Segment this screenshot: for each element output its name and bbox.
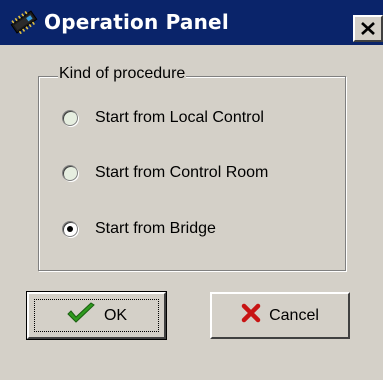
radio-button[interactable] (62, 110, 78, 126)
checkmark-icon (66, 302, 96, 329)
ok-button[interactable]: OK (26, 291, 167, 340)
radio-button[interactable] (62, 165, 78, 181)
x-cross-icon (241, 303, 261, 328)
cancel-button[interactable]: Cancel (210, 292, 350, 339)
radio-label: Start from Bridge (95, 220, 216, 237)
cancel-label: Cancel (269, 306, 319, 324)
radio-label: Start from Local Control (95, 109, 264, 126)
window-title: Operation Panel (44, 10, 229, 34)
radio-label: Start from Control Room (95, 164, 269, 181)
group-legend: Kind of procedure (58, 64, 187, 84)
operation-panel-window: Operation Panel Kind of procedure Start … (0, 0, 383, 380)
chip-icon (8, 10, 40, 35)
radio-bridge[interactable]: Start from Bridge (62, 217, 216, 241)
close-button[interactable] (353, 15, 383, 42)
radio-control-room[interactable]: Start from Control Room (62, 161, 268, 185)
title-bar[interactable]: Operation Panel (0, 0, 383, 45)
radio-dot (67, 226, 73, 232)
radio-local-control[interactable]: Start from Local Control (62, 106, 264, 130)
ok-label: OK (103, 306, 128, 324)
radio-button-selected[interactable] (62, 221, 78, 237)
